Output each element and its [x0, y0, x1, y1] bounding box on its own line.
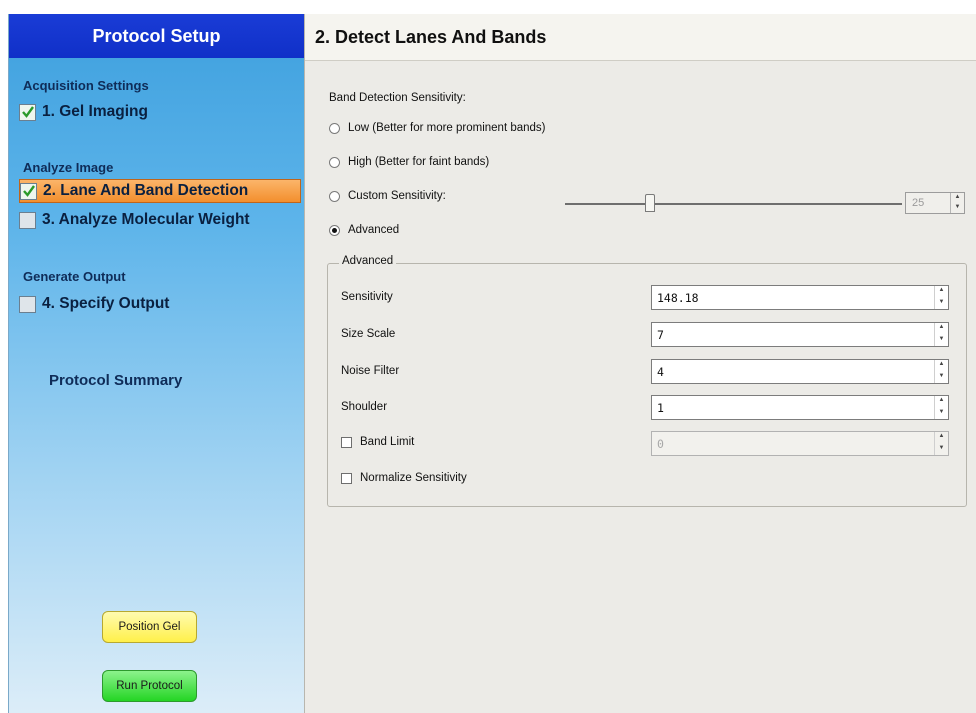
step-label: 4. Specify Output: [42, 295, 170, 312]
check-icon: [19, 103, 36, 121]
spinner-arrows[interactable]: ▲ ▼: [934, 360, 948, 383]
section-generate-output: Generate Output: [23, 269, 126, 284]
radio-icon: [329, 122, 340, 134]
detect-lanes-panel: 2. Detect Lanes And Bands Band Detection…: [304, 14, 976, 713]
step-label: 1. Gel Imaging: [42, 103, 148, 120]
normalize-sensitivity-label: Normalize Sensitivity: [360, 472, 467, 484]
radio-label: High (Better for faint bands): [348, 156, 490, 168]
spinner-arrows[interactable]: ▲ ▼: [934, 286, 948, 309]
spin-down-icon: ▼: [938, 444, 945, 451]
custom-sensitivity-value: 25: [912, 197, 925, 209]
shoulder-label: Shoulder: [341, 401, 388, 413]
spinner-arrows[interactable]: ▲ ▼: [934, 323, 948, 346]
step-analyze-molecular-weight[interactable]: 3. Analyze Molecular Weight: [19, 208, 250, 232]
noise-filter-field[interactable]: 4 ▲ ▼: [651, 359, 949, 384]
size-scale-field[interactable]: 7 ▲ ▼: [651, 322, 949, 347]
spin-up-icon: ▲: [938, 433, 945, 439]
spin-up-icon[interactable]: ▲: [935, 323, 948, 335]
step-specify-output[interactable]: 4. Specify Output: [19, 292, 169, 316]
radio-label: Custom Sensitivity:: [348, 190, 446, 202]
shoulder-field[interactable]: 1 ▲ ▼: [651, 395, 949, 420]
spin-down-icon[interactable]: ▼: [935, 335, 948, 347]
band-limit-field: 0 ▲ ▼: [651, 431, 949, 456]
radio-low-sensitivity[interactable]: Low (Better for more prominent bands): [329, 120, 546, 136]
spin-up-icon[interactable]: ▲: [951, 193, 964, 203]
radio-icon: [329, 190, 340, 202]
radio-selected-icon: [329, 224, 340, 236]
section-acquisition-settings: Acquisition Settings: [23, 78, 149, 93]
sensitivity-label: Sensitivity: [341, 291, 393, 303]
sensitivity-field[interactable]: 148.18 ▲ ▼: [651, 285, 949, 310]
radio-custom-sensitivity[interactable]: Custom Sensitivity:: [329, 188, 446, 204]
sidebar-title: Protocol Setup: [9, 14, 304, 58]
sensitivity-value: 148.18: [657, 290, 699, 305]
step-label: 3. Analyze Molecular Weight: [42, 211, 250, 228]
spinner-arrows: ▲ ▼: [934, 432, 948, 455]
spin-up-icon[interactable]: ▲: [935, 396, 948, 408]
checkbox-icon: [341, 472, 352, 484]
noise-filter-label: Noise Filter: [341, 365, 400, 377]
custom-sensitivity-spinbox[interactable]: 25 ▲ ▼: [905, 192, 965, 214]
panel-title: 2. Detect Lanes And Bands: [305, 14, 976, 61]
size-scale-value: 7: [657, 327, 664, 342]
checkbox-empty-icon: [19, 295, 36, 313]
noise-filter-value: 4: [657, 364, 664, 379]
section-analyze-image: Analyze Image: [23, 160, 114, 175]
custom-sensitivity-slider-track[interactable]: [565, 203, 902, 205]
position-gel-button[interactable]: Position Gel: [102, 611, 197, 643]
step-lane-and-band-detection[interactable]: 2. Lane And Band Detection: [19, 179, 301, 203]
radio-label: Low (Better for more prominent bands): [348, 122, 546, 134]
advanced-group-legend: Advanced: [339, 255, 397, 267]
checkbox-icon: [341, 436, 352, 448]
radio-high-sensitivity[interactable]: High (Better for faint bands): [329, 154, 489, 170]
band-limit-checkbox[interactable]: Band Limit: [341, 434, 414, 450]
size-scale-label: Size Scale: [341, 328, 396, 340]
band-limit-value: 0: [657, 436, 664, 451]
run-protocol-button[interactable]: Run Protocol: [102, 670, 197, 702]
custom-sensitivity-slider-thumb[interactable]: [645, 194, 655, 212]
step-gel-imaging[interactable]: 1. Gel Imaging: [19, 100, 148, 124]
radio-label: Advanced: [348, 224, 400, 236]
shoulder-value: 1: [657, 400, 664, 415]
check-icon: [20, 182, 37, 200]
sensitivity-heading: Band Detection Sensitivity:: [329, 92, 466, 104]
spin-down-icon[interactable]: ▼: [951, 203, 964, 213]
radio-advanced[interactable]: Advanced: [329, 222, 399, 238]
step-label: 2. Lane And Band Detection: [43, 182, 249, 199]
normalize-sensitivity-checkbox[interactable]: Normalize Sensitivity: [341, 470, 467, 486]
spinner-arrows[interactable]: ▲ ▼: [934, 396, 948, 419]
band-limit-label: Band Limit: [360, 436, 415, 448]
checkbox-empty-icon: [19, 211, 36, 229]
spin-down-icon[interactable]: ▼: [935, 372, 948, 384]
spin-up-icon[interactable]: ▲: [935, 286, 948, 298]
spin-down-icon[interactable]: ▼: [935, 298, 948, 310]
spinner-arrows[interactable]: ▲ ▼: [950, 193, 964, 213]
spin-up-icon[interactable]: ▲: [935, 360, 948, 372]
spin-down-icon[interactable]: ▼: [935, 408, 948, 420]
protocol-summary-link[interactable]: Protocol Summary: [49, 372, 182, 389]
radio-icon: [329, 156, 340, 168]
protocol-setup-sidebar: Protocol Setup Acquisition Settings 1. G…: [8, 14, 304, 713]
